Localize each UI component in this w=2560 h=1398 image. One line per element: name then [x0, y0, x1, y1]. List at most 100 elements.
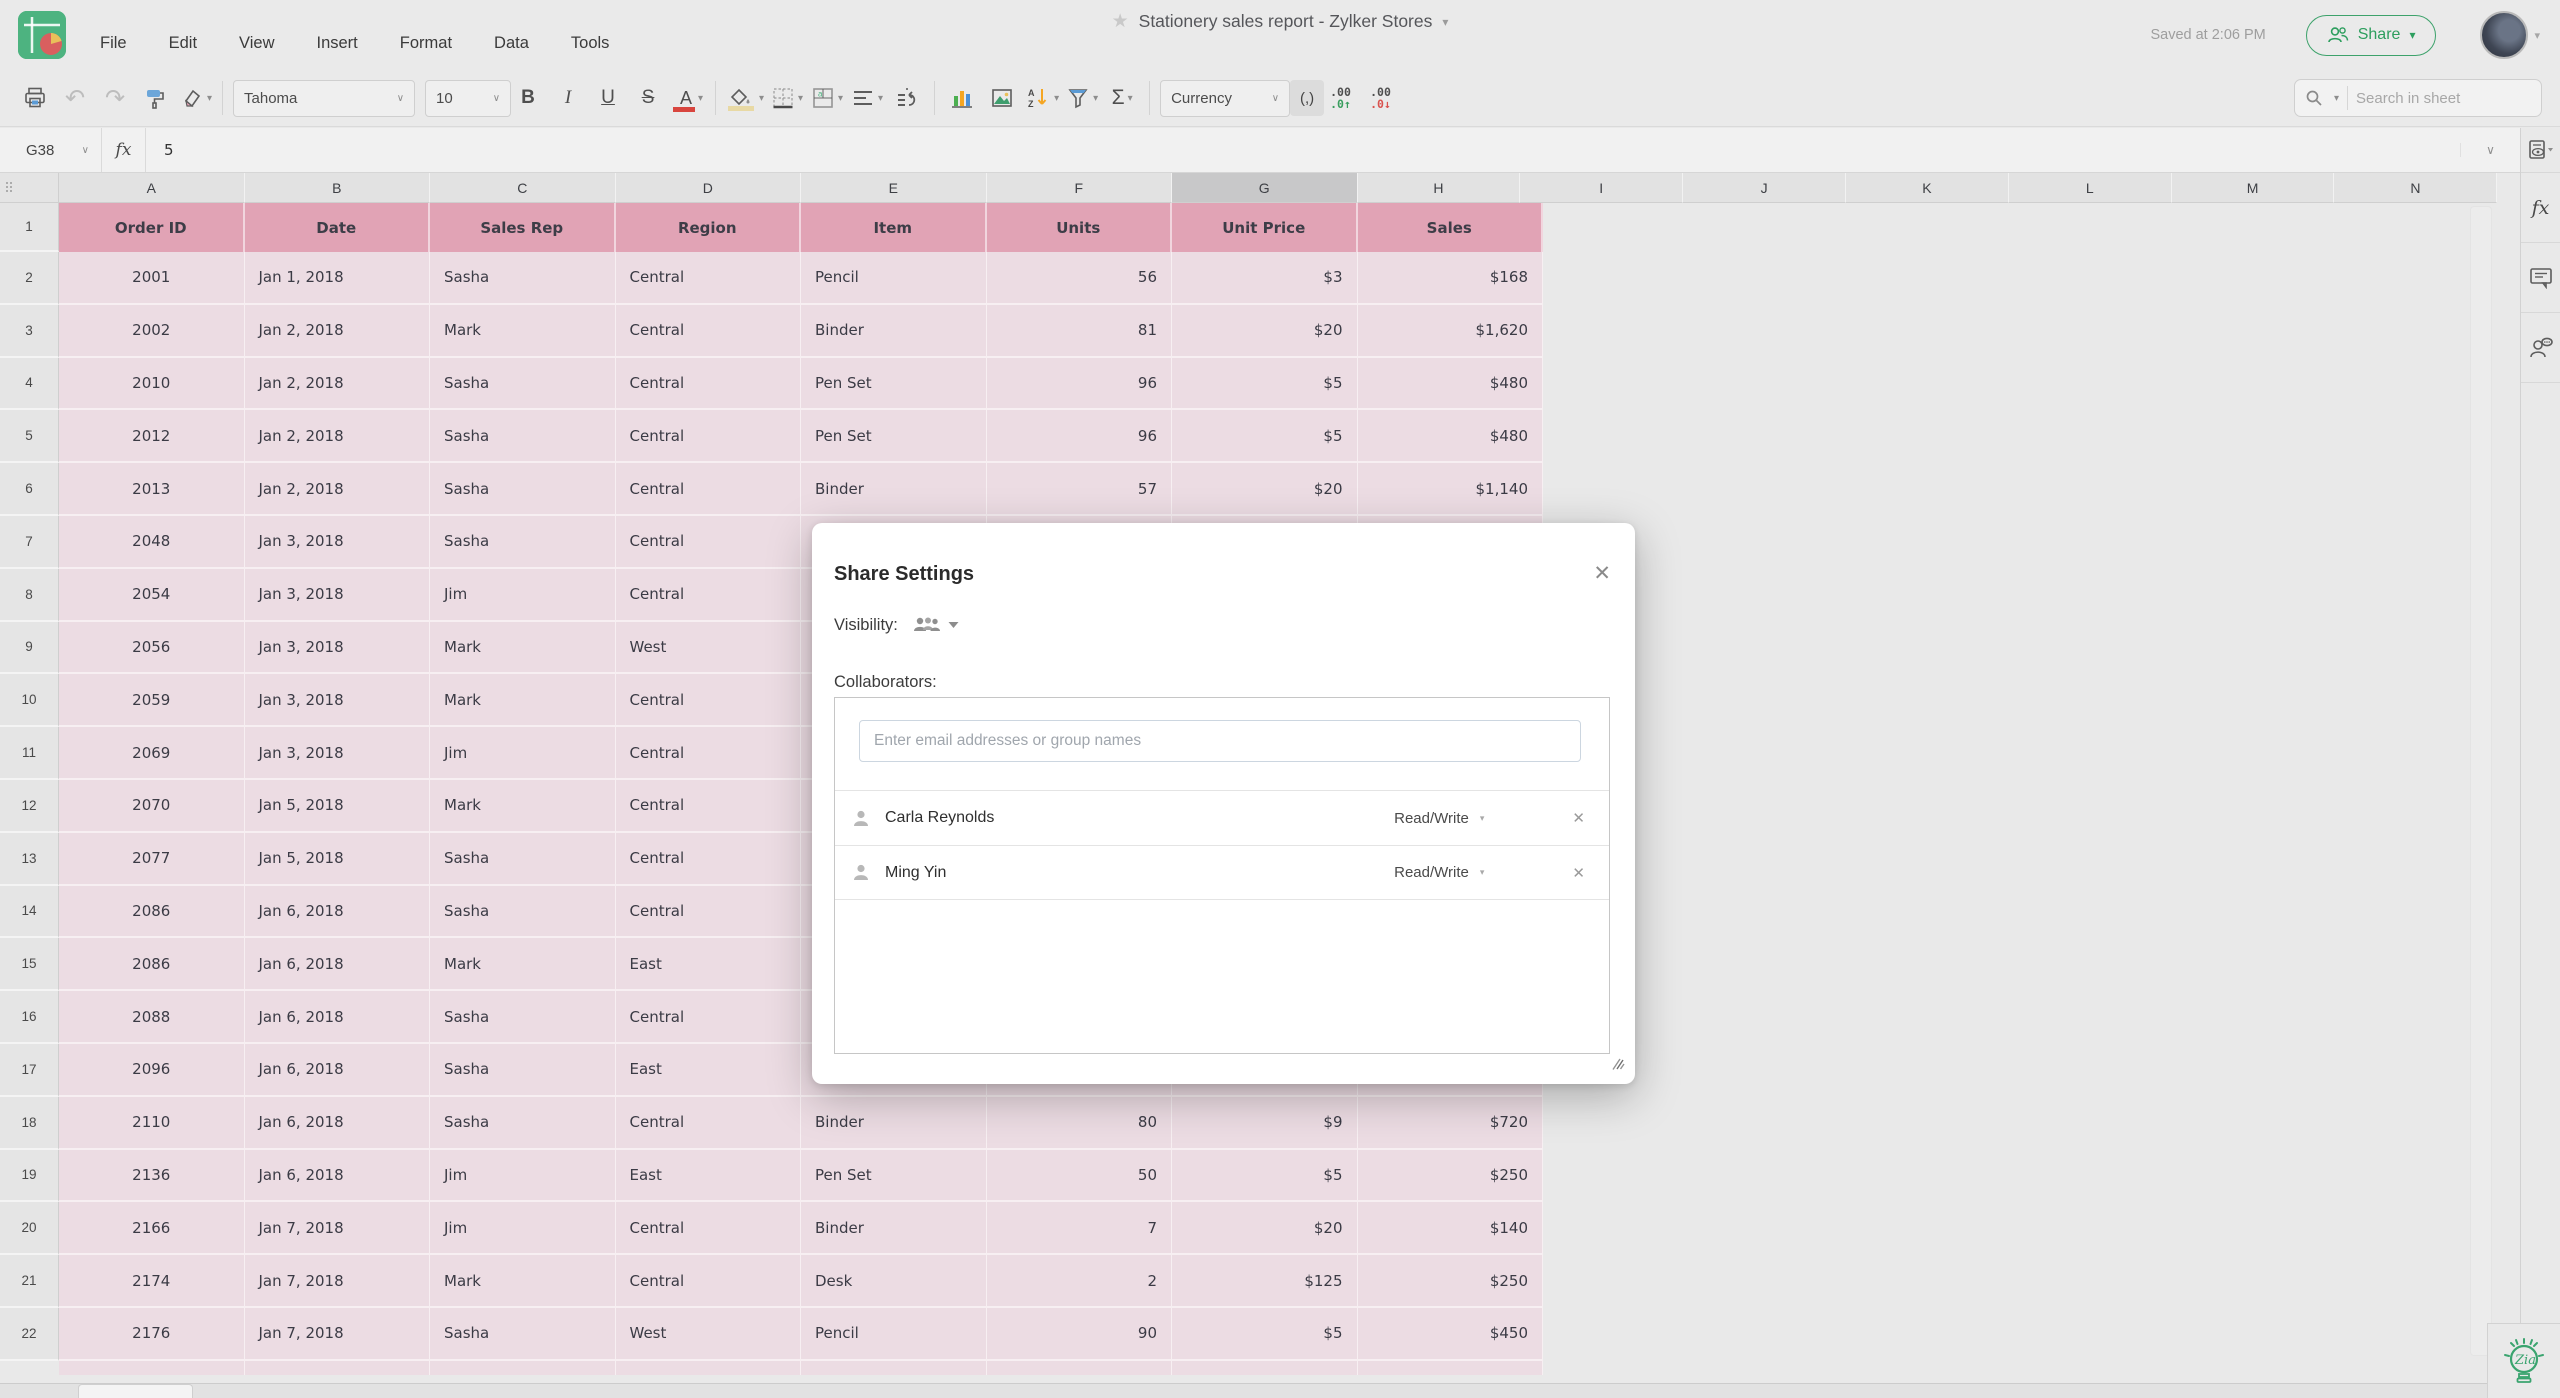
- cell[interactable]: Mark: [430, 938, 616, 990]
- column-header[interactable]: B: [244, 173, 430, 203]
- header-cell[interactable]: Date: [245, 203, 430, 252]
- sheet-tab[interactable]: [78, 1384, 193, 1398]
- remove-collaborator-button[interactable]: ✕: [1572, 809, 1585, 827]
- row-header[interactable]: 4: [0, 357, 59, 411]
- cell[interactable]: $140: [1358, 1202, 1543, 1254]
- cell[interactable]: 2086: [59, 885, 245, 937]
- cell[interactable]: $5: [1172, 410, 1358, 462]
- row-header[interactable]: 8: [0, 568, 59, 622]
- cell[interactable]: Central: [616, 832, 801, 884]
- format-painter-button[interactable]: [138, 79, 172, 117]
- cell[interactable]: $250: [1358, 1255, 1543, 1306]
- cell[interactable]: Sasha: [430, 252, 616, 303]
- menu-edit[interactable]: Edit: [169, 34, 197, 53]
- cell[interactable]: Binder: [801, 304, 987, 356]
- cell[interactable]: 57: [987, 463, 1172, 514]
- cell[interactable]: 2012: [59, 410, 245, 462]
- cell[interactable]: Central: [616, 463, 801, 514]
- menu-file[interactable]: File: [100, 34, 127, 53]
- insert-image-button[interactable]: [985, 79, 1019, 117]
- fill-color-button[interactable]: ▾: [726, 79, 764, 117]
- cell-name-box[interactable]: G38 ∨: [0, 128, 102, 172]
- cell[interactable]: Mark: [430, 304, 616, 356]
- header-cell[interactable]: Item: [801, 203, 987, 252]
- cell[interactable]: 2056: [59, 621, 245, 673]
- permission-select[interactable]: Read/Write ▾: [1394, 864, 1484, 881]
- search-chevron-icon[interactable]: ▾: [2334, 93, 2339, 104]
- favorite-star-icon[interactable]: ★: [1112, 10, 1129, 33]
- row-header[interactable]: 5: [0, 410, 59, 464]
- underline-button[interactable]: U: [591, 79, 625, 117]
- cell[interactable]: 2048: [59, 515, 245, 567]
- cell[interactable]: Mark: [430, 674, 616, 726]
- cell[interactable]: $250: [1358, 1149, 1543, 1201]
- cell[interactable]: Sasha: [430, 832, 616, 884]
- cell[interactable]: Jan 7, 2018: [245, 1202, 430, 1254]
- column-header[interactable]: N: [2334, 173, 2498, 203]
- vertical-scrollbar[interactable]: [2470, 206, 2492, 1356]
- cell[interactable]: Jan 2, 2018: [245, 410, 430, 462]
- column-header[interactable]: E: [801, 173, 987, 203]
- cell[interactable]: $5: [1172, 1307, 1358, 1359]
- cell[interactable]: Central: [616, 515, 801, 567]
- cell[interactable]: $480: [1358, 357, 1543, 409]
- row-header[interactable]: 2: [0, 252, 59, 305]
- cell[interactable]: Jan 6, 2018: [245, 1096, 430, 1148]
- cell[interactable]: Jan 6, 2018: [245, 1149, 430, 1201]
- cell[interactable]: Jan 3, 2018: [245, 621, 430, 673]
- row-header[interactable]: 12: [0, 779, 59, 833]
- cell[interactable]: Jan 6, 2018: [245, 1043, 430, 1095]
- cell[interactable]: 2070: [59, 779, 245, 831]
- sheet-search[interactable]: ▾: [2294, 79, 2542, 117]
- cell[interactable]: Central: [616, 304, 801, 356]
- remove-collaborator-button[interactable]: ✕: [1572, 864, 1585, 882]
- permission-select[interactable]: Read/Write ▾: [1394, 810, 1484, 827]
- cell[interactable]: Jan 2, 2018: [245, 357, 430, 409]
- text-wrap-button[interactable]: [890, 79, 924, 117]
- sheet-view-button[interactable]: [2521, 128, 2560, 173]
- row-header[interactable]: 3: [0, 304, 59, 358]
- cell[interactable]: Central: [616, 410, 801, 462]
- font-size-select[interactable]: 10 ∨: [425, 79, 512, 117]
- cell[interactable]: Pen Set: [801, 1149, 987, 1201]
- comments-panel-button[interactable]: [2521, 243, 2560, 313]
- cell[interactable]: $5: [1172, 357, 1358, 409]
- cell[interactable]: $5: [1172, 1149, 1358, 1201]
- print-button[interactable]: [18, 79, 52, 117]
- cell[interactable]: Sasha: [430, 463, 616, 514]
- dialog-resize-handle[interactable]: [1607, 1055, 1625, 1076]
- cell[interactable]: $9: [1172, 1096, 1358, 1148]
- select-all-corner[interactable]: [0, 173, 59, 203]
- fx-button[interactable]: fx: [102, 128, 146, 172]
- sort-button[interactable]: A Z ▾: [1025, 79, 1059, 117]
- column-header[interactable]: M: [2171, 173, 2335, 203]
- row-header[interactable]: 9: [0, 621, 59, 675]
- cell[interactable]: $168: [1358, 252, 1543, 303]
- sum-button[interactable]: Σ ▾: [1105, 79, 1139, 117]
- cell[interactable]: Central: [616, 1202, 801, 1254]
- cell[interactable]: Jim: [430, 568, 616, 620]
- cell[interactable]: 2077: [59, 832, 245, 884]
- cell[interactable]: Jan 5, 2018: [245, 832, 430, 884]
- zia-assistant-button[interactable]: Zia: [2487, 1323, 2560, 1398]
- row-header[interactable]: 1: [0, 203, 59, 252]
- header-cell[interactable]: Sales Rep: [430, 203, 616, 252]
- cell[interactable]: 90: [987, 1307, 1172, 1359]
- header-cell[interactable]: Order ID: [59, 203, 245, 252]
- cell[interactable]: Mark: [430, 779, 616, 831]
- row-header[interactable]: 16: [0, 991, 59, 1044]
- row-header[interactable]: 11: [0, 727, 59, 780]
- column-header[interactable]: I: [1520, 173, 1684, 203]
- cell[interactable]: Jan 7, 2018: [245, 1255, 430, 1306]
- cell[interactable]: Jan 5, 2018: [245, 779, 430, 831]
- avatar-chevron-down-icon[interactable]: ▾: [2534, 29, 2540, 42]
- cell[interactable]: 2001: [59, 252, 245, 303]
- cell[interactable]: $720: [1358, 1096, 1543, 1148]
- cell[interactable]: $480: [1358, 410, 1543, 462]
- cell[interactable]: 2136: [59, 1149, 245, 1201]
- cell[interactable]: 80: [987, 1096, 1172, 1148]
- cell[interactable]: West: [616, 621, 801, 673]
- cell[interactable]: 2086: [59, 938, 245, 990]
- cell[interactable]: Binder: [801, 1202, 987, 1254]
- cell[interactable]: $1,140: [1358, 463, 1543, 514]
